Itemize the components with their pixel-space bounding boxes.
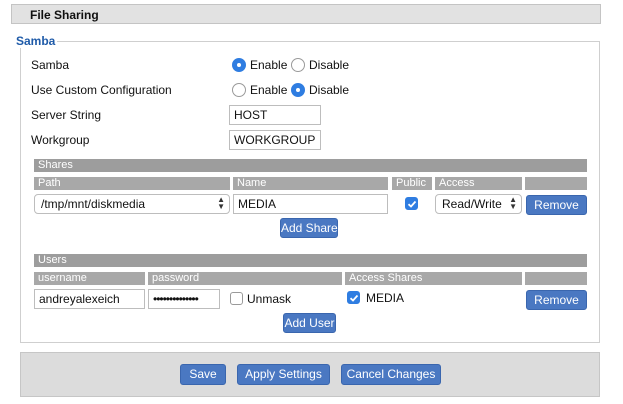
- save-button[interactable]: Save: [180, 364, 226, 385]
- samba-legend: Samba: [14, 34, 58, 48]
- samba-disable-radio[interactable]: [291, 58, 305, 72]
- add-user-button[interactable]: Add User: [283, 313, 336, 333]
- workgroup-label: Workgroup: [31, 133, 90, 147]
- users-col-username: username: [34, 272, 145, 285]
- share-path-select[interactable]: /tmp/mnt/diskmedia ▲ ▼: [34, 194, 230, 214]
- add-share-button[interactable]: Add Share: [280, 218, 338, 238]
- users-col-access-shares: Access Shares: [345, 272, 522, 285]
- shares-col-access: Access: [435, 177, 522, 190]
- shares-section-header: Shares: [34, 159, 587, 172]
- user-password-input[interactable]: ••••••••••••••: [148, 289, 220, 309]
- share-public-checkbox[interactable]: [405, 197, 418, 210]
- shares-col-path: Path: [34, 177, 230, 190]
- users-section-header: Users: [34, 254, 587, 267]
- select-arrows-icon: ▲ ▼: [509, 195, 517, 211]
- custom-config-enable-label: Enable: [250, 83, 288, 97]
- page-header: File Sharing: [11, 4, 601, 24]
- select-arrows-icon: ▲ ▼: [217, 195, 225, 211]
- file-sharing-page: File Sharing Samba Samba Enable Disable …: [0, 0, 623, 404]
- users-col-password: password: [148, 272, 342, 285]
- checkmark-icon: [407, 200, 417, 208]
- apply-settings-button[interactable]: Apply Settings: [237, 364, 330, 385]
- custom-config-disable-label: Disable: [309, 83, 350, 97]
- users-col-actions: [525, 272, 587, 285]
- samba-enable-radio[interactable]: [232, 58, 246, 72]
- user-share-checkbox[interactable]: [347, 291, 360, 304]
- share-name-input[interactable]: MEDIA: [233, 194, 388, 214]
- user-username-input[interactable]: andreyalexeich: [34, 289, 145, 309]
- page-title: File Sharing: [30, 8, 99, 22]
- samba-label: Samba: [31, 58, 70, 72]
- samba-enable-label: Enable: [250, 58, 288, 72]
- samba-disable-label: Disable: [309, 58, 350, 72]
- server-string-label: Server String: [31, 108, 102, 122]
- share-access-select[interactable]: Read/Write ▲ ▼: [435, 194, 522, 214]
- share-access-value: Read/Write: [442, 197, 502, 211]
- workgroup-input[interactable]: WORKGROUP: [229, 130, 321, 150]
- custom-config-disable-radio[interactable]: [291, 83, 305, 97]
- user-remove-button[interactable]: Remove: [526, 290, 587, 310]
- user-share-label: MEDIA: [366, 291, 405, 305]
- shares-col-name: Name: [233, 177, 388, 190]
- custom-config-label: Use Custom Configuration: [31, 83, 172, 97]
- shares-col-public: Public: [392, 177, 432, 190]
- users-section-title: Users: [38, 254, 67, 266]
- custom-config-enable-radio[interactable]: [232, 83, 246, 97]
- share-path-value: /tmp/mnt/diskmedia: [41, 197, 146, 211]
- cancel-changes-button[interactable]: Cancel Changes: [341, 364, 441, 385]
- checkmark-icon: [349, 294, 359, 302]
- shares-section-title: Shares: [38, 159, 73, 171]
- unmask-checkbox[interactable]: [230, 292, 243, 305]
- unmask-label: Unmask: [247, 292, 292, 306]
- samba-fieldset-border: [56, 41, 600, 42]
- share-remove-button[interactable]: Remove: [526, 195, 587, 215]
- server-string-input[interactable]: HOST: [229, 105, 321, 125]
- shares-col-actions: [525, 177, 587, 190]
